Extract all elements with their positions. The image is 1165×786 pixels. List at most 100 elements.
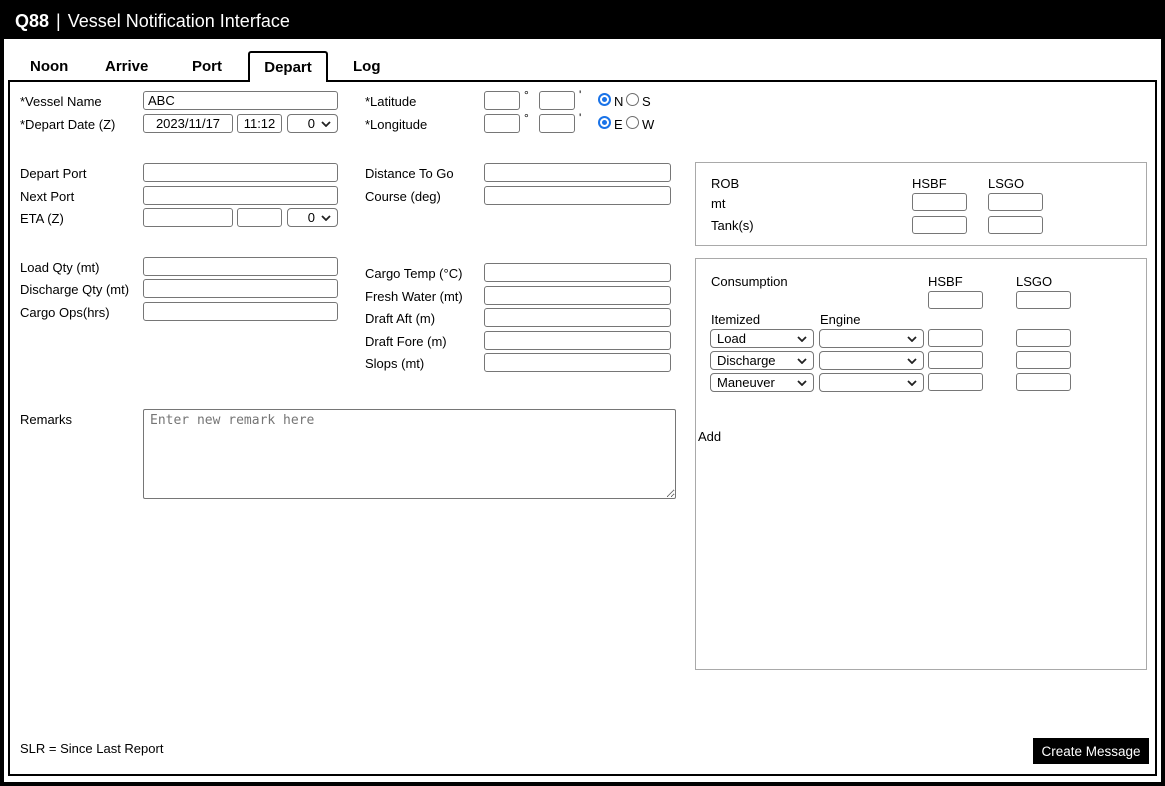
latitude-south-label: S [642, 94, 651, 109]
rob-tanks-lsgo-input[interactable] [988, 216, 1043, 234]
itemized-select-discharge[interactable]: Discharge [710, 351, 814, 370]
latitude-deg-unit: ° [524, 88, 529, 102]
draft-fore-label: Draft Fore (m) [365, 334, 447, 349]
discharge-qty-label: Discharge Qty (mt) [20, 282, 130, 297]
itemized-select-discharge-value: Discharge [717, 353, 776, 368]
depart-port-input[interactable] [143, 163, 338, 182]
eta-timezone-select[interactable]: 0 [287, 208, 338, 227]
chevron-down-icon [797, 379, 807, 386]
tab-noon[interactable]: Noon [30, 58, 68, 75]
cargo-ops-label: Cargo Ops(hrs) [20, 305, 110, 320]
tab-depart[interactable]: Depart [248, 51, 328, 82]
rob-mt-hsbf-input[interactable] [912, 193, 967, 211]
create-message-button[interactable]: Create Message [1033, 738, 1149, 764]
depart-timezone-select[interactable]: 0 [287, 114, 338, 133]
remarks-label: Remarks [20, 412, 73, 427]
longitude-min-unit: ' [579, 111, 582, 125]
tab-log[interactable]: Log [353, 58, 381, 75]
eta-timezone-value: 0 [307, 210, 315, 225]
tab-arrive[interactable]: Arrive [105, 58, 148, 75]
longitude-east-radio[interactable] [598, 116, 611, 129]
next-port-input[interactable] [143, 186, 338, 205]
rob-hsbf-header: HSBF [912, 176, 947, 191]
consumption-row2-lsgo-input[interactable] [1016, 351, 1071, 369]
engine-select-row3[interactable] [819, 373, 924, 392]
consumption-row1-hsbf-input[interactable] [928, 329, 983, 347]
slops-input[interactable] [484, 353, 671, 372]
rob-title: ROB [711, 176, 740, 191]
course-label: Course (deg) [365, 189, 441, 204]
longitude-west-radio[interactable] [626, 116, 639, 129]
depart-time-input[interactable] [237, 114, 282, 133]
chevron-down-icon [907, 357, 917, 364]
rob-lsgo-header: LSGO [988, 176, 1025, 191]
eta-time-input[interactable] [237, 208, 282, 227]
cargo-ops-input[interactable] [143, 302, 338, 321]
longitude-deg-input[interactable] [484, 114, 520, 133]
app-window: Q88 | Vessel Notification Interface Noon… [0, 0, 1165, 786]
chevron-down-icon [797, 335, 807, 342]
vessel-name-input[interactable] [143, 91, 338, 110]
consumption-total-lsgo-input[interactable] [1016, 291, 1071, 309]
chevron-down-icon [907, 379, 917, 386]
rob-tanks-label: Tank(s) [711, 218, 754, 233]
consumption-title: Consumption [711, 274, 788, 289]
vessel-name-label: *Vessel Name [20, 94, 102, 109]
rob-mt-label: mt [711, 196, 726, 211]
title-separator: | [56, 11, 61, 31]
chevron-down-icon [321, 120, 331, 127]
distance-to-go-input[interactable] [484, 163, 671, 182]
rob-tanks-hsbf-input[interactable] [912, 216, 967, 234]
consumption-lsgo-header: LSGO [1016, 274, 1053, 289]
chevron-down-icon [797, 357, 807, 364]
engine-header: Engine [820, 312, 861, 327]
content-panel: *Vessel Name *Latitude ° ' N S *Depart D… [8, 80, 1157, 776]
itemized-select-maneuver-value: Maneuver [717, 375, 775, 390]
engine-select-row1[interactable] [819, 329, 924, 348]
longitude-min-input[interactable] [539, 114, 575, 133]
itemized-select-load-value: Load [717, 331, 746, 346]
depart-date-label: *Depart Date (Z) [20, 117, 116, 132]
latitude-north-radio[interactable] [598, 93, 611, 106]
depart-port-label: Depart Port [20, 166, 87, 181]
consumption-total-hsbf-input[interactable] [928, 291, 983, 309]
consumption-row1-lsgo-input[interactable] [1016, 329, 1071, 347]
chevron-down-icon [321, 214, 331, 221]
consumption-row3-hsbf-input[interactable] [928, 373, 983, 391]
discharge-qty-input[interactable] [143, 279, 338, 298]
next-port-label: Next Port [20, 189, 75, 204]
consumption-row3-lsgo-input[interactable] [1016, 373, 1071, 391]
cargo-temp-input[interactable] [484, 263, 671, 282]
fresh-water-input[interactable] [484, 286, 671, 305]
course-input[interactable] [484, 186, 671, 205]
slops-label: Slops (mt) [365, 356, 425, 371]
app-titlebar: Q88 | Vessel Notification Interface [4, 4, 1161, 39]
longitude-west-label: W [642, 117, 655, 132]
fresh-water-label: Fresh Water (mt) [365, 289, 463, 304]
longitude-east-label: E [614, 117, 623, 132]
depart-date-input[interactable] [143, 114, 233, 133]
itemized-header: Itemized [711, 312, 761, 327]
rob-mt-lsgo-input[interactable] [988, 193, 1043, 211]
consumption-hsbf-header: HSBF [928, 274, 963, 289]
load-qty-input[interactable] [143, 257, 338, 276]
latitude-deg-input[interactable] [484, 91, 520, 110]
latitude-min-input[interactable] [539, 91, 575, 110]
engine-select-row2[interactable] [819, 351, 924, 370]
draft-aft-input[interactable] [484, 308, 671, 327]
remarks-textarea[interactable] [143, 409, 676, 499]
rob-section: ROB HSBF LSGO mt Tank(s) [695, 162, 1147, 246]
latitude-label: *Latitude [365, 94, 417, 109]
consumption-row2-hsbf-input[interactable] [928, 351, 983, 369]
app-brand: Q88 [15, 11, 50, 31]
itemized-select-load[interactable]: Load [710, 329, 814, 348]
page-title: Vessel Notification Interface [67, 11, 290, 31]
eta-date-input[interactable] [143, 208, 233, 227]
itemized-select-maneuver[interactable]: Maneuver [710, 373, 814, 392]
draft-aft-label: Draft Aft (m) [365, 311, 436, 326]
tab-port[interactable]: Port [192, 58, 222, 75]
draft-fore-input[interactable] [484, 331, 671, 350]
distance-to-go-label: Distance To Go [365, 166, 454, 181]
add-consumption-row-link[interactable]: Add [698, 429, 721, 444]
latitude-south-radio[interactable] [626, 93, 639, 106]
